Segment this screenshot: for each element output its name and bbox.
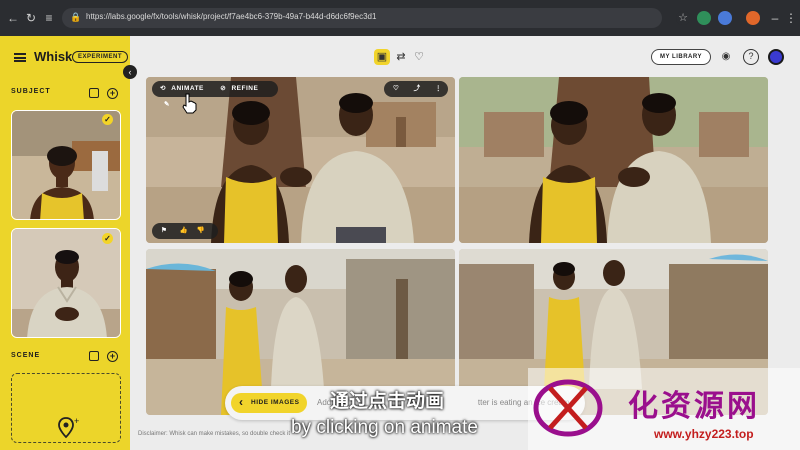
experiment-badge: EXPERIMENT bbox=[72, 51, 129, 63]
discord-icon[interactable]: ◉ bbox=[718, 49, 734, 65]
subtitle-english: by clicking on animate bbox=[291, 417, 478, 438]
svg-text:+: + bbox=[74, 416, 79, 426]
share-icon[interactable]: ⤴ bbox=[414, 81, 421, 97]
image-view-icon[interactable]: ▣ bbox=[374, 49, 390, 65]
subject-card[interactable] bbox=[11, 228, 121, 338]
video-view-icon[interactable]: ⇄ bbox=[393, 49, 409, 65]
subtitle-chinese: 通过点击动画 bbox=[330, 390, 445, 412]
subject-card[interactable] bbox=[11, 110, 121, 220]
scene-label: SCENE bbox=[11, 352, 41, 359]
refine-button[interactable]: REFINE bbox=[231, 81, 258, 97]
refine-icon: ⊘ bbox=[220, 85, 227, 92]
hide-images-button[interactable]: HIDE IMAGES bbox=[231, 392, 308, 413]
subject-image-woman bbox=[12, 111, 120, 219]
watermark-brand: 化资源网 bbox=[628, 389, 760, 424]
favorite-icon[interactable]: ♡ bbox=[393, 81, 399, 97]
address-bar[interactable]: 🔒 https://labs.google/fx/tools/whisk/pro… bbox=[62, 8, 662, 28]
minimize-icon[interactable]: – bbox=[768, 11, 782, 25]
favorites-icon[interactable]: ♡ bbox=[411, 49, 427, 65]
subject-label: SUBJECT bbox=[11, 88, 51, 95]
thumbs-up-icon[interactable]: 👍 bbox=[180, 223, 189, 239]
flag-icon[interactable]: ⚑ bbox=[161, 223, 167, 239]
menu-icon[interactable] bbox=[14, 53, 26, 62]
add-subject-icon[interactable]: + bbox=[107, 88, 118, 99]
my-library-button[interactable]: MY LIBRARY bbox=[651, 49, 712, 65]
image-upload-icon[interactable] bbox=[89, 88, 99, 98]
watermark-url: www.yhzy223.top bbox=[654, 427, 754, 441]
add-scene-icon[interactable]: + bbox=[107, 351, 118, 362]
generated-image[interactable] bbox=[459, 77, 768, 243]
help-icon[interactable]: ? bbox=[743, 49, 759, 65]
reload-icon[interactable]: ↻ bbox=[24, 11, 38, 25]
hand-cursor-icon bbox=[182, 93, 197, 114]
disclaimer-text: Disclaimer: Whisk can make mistakes, so … bbox=[138, 431, 291, 437]
more-icon[interactable]: ⋮ bbox=[784, 11, 798, 25]
sidebar: Whisk EXPERIMENT SUBJECT + ✓ ✓ SCENE + + bbox=[0, 36, 130, 450]
site-info-icon[interactable]: ≡ bbox=[42, 11, 56, 25]
star-icon[interactable]: ☆ bbox=[676, 11, 690, 25]
collapse-sidebar-button[interactable]: ‹ bbox=[123, 65, 137, 79]
subject-image-man bbox=[12, 229, 120, 337]
image-actions-toolbar: ♡ ⤴ ⋮ bbox=[384, 81, 448, 97]
image-upload-icon[interactable] bbox=[89, 351, 99, 361]
edit-icon[interactable]: ✎ bbox=[164, 97, 170, 113]
extension-icon[interactable] bbox=[697, 11, 711, 25]
animate-icon: ⟲ bbox=[160, 85, 166, 92]
feedback-toolbar: ⚑ 👍 👎 bbox=[152, 223, 218, 239]
url-text: https://labs.google/fx/tools/whisk/proje… bbox=[86, 12, 377, 21]
app-logo: Whisk bbox=[34, 49, 73, 64]
thumbs-down-icon[interactable]: 👎 bbox=[197, 223, 206, 239]
image-couple-tree bbox=[459, 77, 768, 243]
profile-avatar[interactable] bbox=[746, 11, 760, 25]
lock-icon: 🔒 bbox=[70, 12, 82, 22]
back-icon[interactable]: ← bbox=[6, 11, 20, 25]
extension-icon[interactable] bbox=[718, 11, 732, 25]
more-options-icon[interactable]: ⋮ bbox=[435, 81, 442, 97]
browser-toolbar: ← ↻ ≡ 🔒 https://labs.google/fx/tools/whi… bbox=[0, 0, 800, 36]
image-hover-toolbar: ⟲ ANIMATE ⊘ REFINE ✎ bbox=[152, 81, 278, 108]
scene-dropzone[interactable]: + bbox=[11, 373, 121, 443]
selected-check-icon: ✓ bbox=[102, 233, 113, 244]
selected-check-icon: ✓ bbox=[102, 114, 113, 125]
user-avatar[interactable] bbox=[768, 49, 784, 65]
location-pin-icon: + bbox=[58, 416, 79, 439]
